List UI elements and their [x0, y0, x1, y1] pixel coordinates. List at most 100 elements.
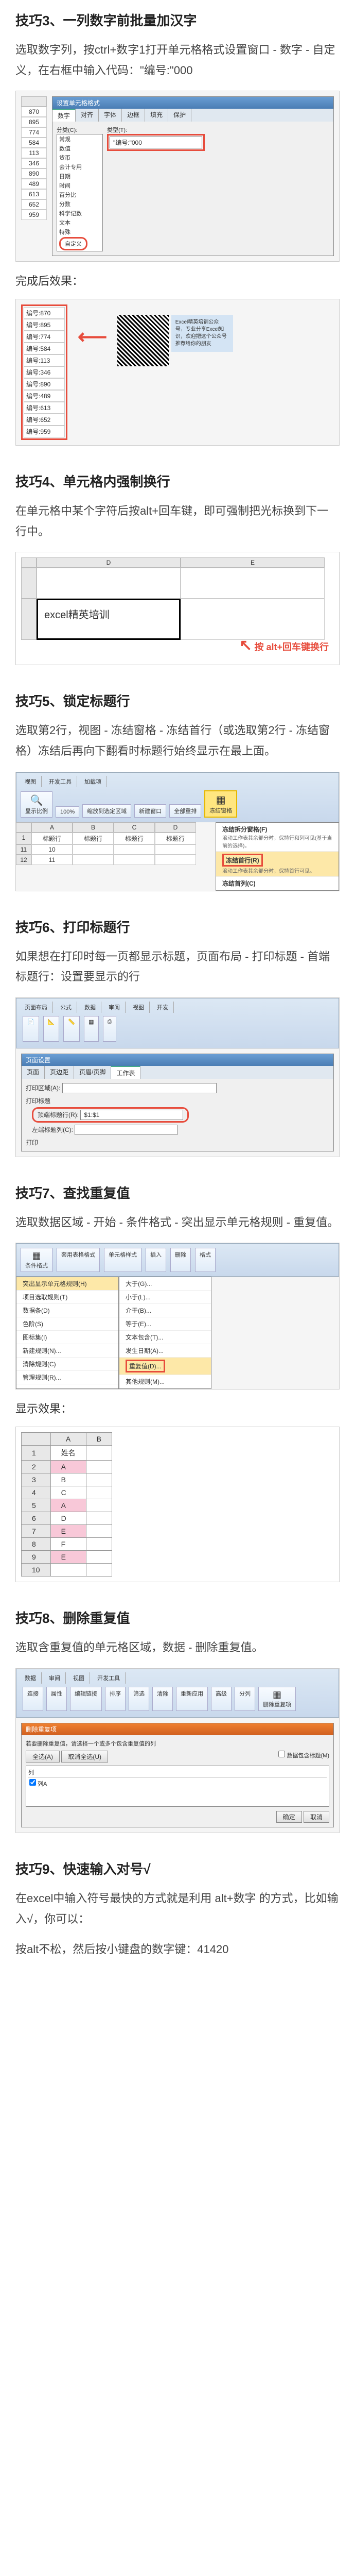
delete-button[interactable]: 删除: [170, 1248, 191, 1272]
tip8-text: 选取含重复值的单元格区域，数据 - 删除重复值。: [15, 1637, 340, 1658]
select-all-button[interactable]: 全选(A): [26, 1751, 60, 1762]
col-a-checkbox[interactable]: [29, 1779, 36, 1786]
zoom-selection-button[interactable]: 缩放到选定区域: [82, 804, 131, 818]
callout-text: 按 alt+回车键换行: [254, 642, 329, 652]
edit-links-button[interactable]: 编辑链接: [70, 1687, 102, 1711]
tip6-title: 技巧6、打印标题行: [15, 917, 340, 936]
tab-align[interactable]: 对齐: [76, 109, 99, 122]
has-header-checkbox[interactable]: [278, 1751, 285, 1757]
format-button[interactable]: 格式: [195, 1248, 216, 1272]
ribbon-tab-dev[interactable]: 开发工具: [44, 776, 77, 787]
tab-fill[interactable]: 填充: [145, 109, 168, 122]
zoom-button[interactable]: 🔍显示比例: [21, 791, 52, 818]
qr-info-text: Excel精英培训公众号，专业分享Excel知识，欢迎把这个公众号推荐给你的朋友: [171, 315, 233, 352]
equal-to-menu[interactable]: 等于(E)...: [119, 1317, 211, 1331]
tab-header-footer[interactable]: 页眉/页脚: [74, 1066, 111, 1079]
tip5-title: 技巧5、锁定标题行: [15, 691, 340, 710]
less-than-menu[interactable]: 小于(L)...: [119, 1291, 211, 1304]
tip9-title: 技巧9、快速输入对号√: [15, 1859, 340, 1878]
remove-duplicates-button[interactable]: ▦删除重复项: [258, 1687, 296, 1711]
zoom-100-button[interactable]: 100%: [56, 806, 79, 818]
between-menu[interactable]: 介于(B)...: [119, 1304, 211, 1317]
duplicate-values-menu[interactable]: 重复值(D)...: [119, 1358, 211, 1375]
tip6-screenshot: 页面布局 公式 数据 审阅 视图 开发 📄 📐 📏 ▦ ⎙ 页面设置 页面 页边…: [15, 997, 340, 1157]
clear-button[interactable]: 清除: [152, 1687, 173, 1711]
ok-button[interactable]: 确定: [276, 1811, 302, 1823]
tip5-text: 选取第2行，视图 - 冻结窗格 - 冻结首行（或选取第2行 - 冻结窗格）冻结后…: [15, 720, 340, 761]
tab-page[interactable]: 页面: [22, 1066, 45, 1079]
breaks-button[interactable]: ⎙: [103, 1016, 117, 1042]
tip4-screenshot: D E excel精英培训 ↖ 按 alt+回车键换行: [15, 552, 340, 665]
clear-rules-menu[interactable]: 清除规则(C): [16, 1358, 118, 1371]
size-button[interactable]: 📏: [63, 1016, 80, 1042]
tip8-title: 技巧8、删除重复值: [15, 1608, 340, 1627]
cell-styles-button[interactable]: 单元格样式: [104, 1248, 141, 1272]
cancel-button[interactable]: 取消: [304, 1811, 329, 1823]
tip6-text: 如果想在打印时每一页都显示标题，页面布局 - 打印标题 - 首端标题行：设置要显…: [15, 946, 340, 987]
tip4-title: 技巧4、单元格内强制换行: [15, 471, 340, 490]
date-occurring-menu[interactable]: 发生日期(A)...: [119, 1344, 211, 1358]
custom-category[interactable]: 自定义: [59, 237, 87, 250]
tip9-text2: 按alt不松，然后按小键盘的数字键：41420: [15, 1939, 340, 1960]
tip7-text: 选取数据区域 - 开始 - 条件格式 - 突出显示单元格规则 - 重复值。: [15, 1212, 340, 1233]
top-bottom-menu[interactable]: 项目选取规则(T): [16, 1291, 118, 1304]
ribbon-tab-view[interactable]: 视图: [20, 776, 42, 787]
top-row-input[interactable]: $1:$1: [80, 1110, 183, 1120]
tab-number[interactable]: 数字: [52, 109, 76, 122]
format-code-input[interactable]: "编号:"000: [110, 137, 202, 148]
remove-dup-dialog-title: 删除重复项: [22, 1723, 333, 1735]
tip7-screenshot: ▦条件格式 套用表格格式 单元格样式 插入 删除 格式 突出显示单元格规则(H)…: [15, 1243, 340, 1389]
format-dialog-title: 设置单元格格式: [52, 97, 333, 109]
manage-rules-menu[interactable]: 管理规则(R)...: [16, 1371, 118, 1384]
freeze-split-menu[interactable]: 冻结拆分窗格(F)滚动工作表其余部分时，保持行和列可见(基于当前的选择)。: [216, 823, 339, 852]
text-contains-menu[interactable]: 文本包含(T)...: [119, 1331, 211, 1344]
new-rule-menu[interactable]: 新建规则(N)...: [16, 1344, 118, 1358]
connections-button[interactable]: 连接: [23, 1687, 43, 1711]
tip8-screenshot: 数据 审阅 视图 开发工具 连接 属性 编辑链接 排序 筛选 清除 重新应用 高…: [15, 1668, 340, 1833]
tab-margins[interactable]: 页边距: [45, 1066, 74, 1079]
print-area-button[interactable]: ▦: [84, 1016, 98, 1042]
freeze-top-row-menu[interactable]: 冻结首行(R)滚动工作表其余部分时，保持首行可见。: [216, 852, 339, 877]
arrow-icon: ↖: [239, 637, 252, 654]
color-scales-menu[interactable]: 色阶(S): [16, 1317, 118, 1331]
tip7-result-label: 显示效果：: [15, 1400, 340, 1416]
text-to-columns-button[interactable]: 分列: [235, 1687, 255, 1711]
unselect-all-button[interactable]: 取消全选(U): [61, 1751, 108, 1762]
tip3-screenshot: 870 895 774 584 113 346 890 489 613 652 …: [15, 91, 340, 262]
freeze-first-col-menu[interactable]: 冻结首列(C): [216, 877, 339, 890]
tip3-text: 选取数字列，按ctrl+数字1打开单元格格式设置窗口 - 数字 - 自定义，在右…: [15, 40, 340, 80]
conditional-format-button[interactable]: ▦条件格式: [21, 1248, 52, 1272]
tip5-screenshot: 视图 开发工具 加载项 🔍显示比例 100% 缩放到选定区域 新建窗口 全部重排…: [15, 772, 340, 891]
icon-sets-menu[interactable]: 图标集(I): [16, 1331, 118, 1344]
ribbon-tab-addin[interactable]: 加载项: [79, 776, 107, 787]
category-label: 分类(C):: [57, 126, 103, 134]
more-rules-menu[interactable]: 其他规则(M)...: [119, 1375, 211, 1388]
margins-button[interactable]: 📄: [23, 1016, 39, 1042]
sort-button[interactable]: 排序: [105, 1687, 126, 1711]
orientation-button[interactable]: 📐: [43, 1016, 60, 1042]
properties-button[interactable]: 属性: [46, 1687, 67, 1711]
tab-protect[interactable]: 保护: [168, 109, 191, 122]
reapply-button[interactable]: 重新应用: [176, 1687, 208, 1711]
arrow-icon: ⟵: [78, 326, 107, 348]
tip4-text: 在单元格中某个字符后按alt+回车键，即可强制把光标换到下一行中。: [15, 501, 340, 541]
arrange-all-button[interactable]: 全部重排: [169, 804, 201, 818]
tip7-result-table: AB 1姓名 2A 3B 4C 5A 6D 7E 8F 9E 10: [15, 1427, 340, 1582]
tab-font[interactable]: 字体: [99, 109, 122, 122]
table-format-button[interactable]: 套用表格格式: [57, 1248, 100, 1272]
new-window-button[interactable]: 新建窗口: [134, 804, 166, 818]
advanced-button[interactable]: 高级: [211, 1687, 232, 1711]
greater-than-menu[interactable]: 大于(G)...: [119, 1277, 211, 1291]
tab-border[interactable]: 边框: [122, 109, 145, 122]
type-label: 类型(T):: [107, 126, 329, 134]
cell-content[interactable]: excel精英培训: [37, 599, 181, 640]
freeze-panes-button[interactable]: ▦冻结窗格: [204, 790, 237, 818]
tip3-title: 技巧3、一列数字前批量加汉字: [15, 10, 340, 29]
highlight-rules-menu[interactable]: 突出显示单元格规则(H): [16, 1277, 118, 1291]
tip7-title: 技巧7、查找重复值: [15, 1183, 340, 1202]
data-bars-menu[interactable]: 数据条(D): [16, 1304, 118, 1317]
filter-button[interactable]: 筛选: [129, 1687, 149, 1711]
tab-sheet[interactable]: 工作表: [111, 1066, 140, 1079]
tip3-result-label: 完成后效果：: [15, 272, 340, 289]
insert-button[interactable]: 插入: [146, 1248, 166, 1272]
